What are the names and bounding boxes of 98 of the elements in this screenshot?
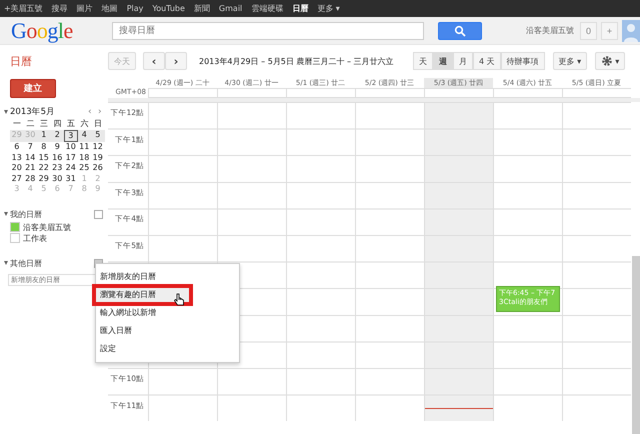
view-tab[interactable]: 天 [413, 52, 433, 70]
calendar-day[interactable]: 22 [37, 163, 50, 174]
all-day-slot[interactable] [148, 88, 217, 98]
nav-link[interactable]: Play [126, 4, 144, 13]
calendar-day[interactable]: 15 [37, 152, 50, 163]
section-title[interactable]: 我的日曆 [10, 208, 94, 220]
calendar-day[interactable]: 21 [24, 163, 37, 174]
more-button[interactable]: 更多 ▾ [552, 52, 588, 70]
dropdown-button[interactable] [94, 210, 103, 218]
menu-item[interactable]: 瀏覽有趣的日曆 [94, 286, 191, 304]
calendar-day[interactable]: 9 [50, 142, 64, 152]
calendar-day[interactable]: 18 [78, 152, 91, 163]
nav-link[interactable]: 地圖 [102, 3, 118, 14]
calendar-day[interactable]: 3 [64, 130, 78, 142]
view-tab[interactable]: 待辦事項 [500, 52, 545, 70]
calendar-day[interactable]: 31 [64, 174, 78, 184]
weekday-label: 日 [92, 119, 103, 130]
section-title[interactable]: 其他日曆 [10, 258, 94, 268]
nav-link[interactable]: 搜尋 [52, 3, 68, 14]
collapse-icon[interactable] [4, 212, 8, 216]
weekday-label: 六 [79, 119, 90, 130]
calendar-day[interactable]: 23 [50, 163, 64, 174]
calendar-day[interactable]: 2 [50, 130, 64, 142]
user-name[interactable]: 沿客美眉五號 [526, 25, 574, 36]
share-button[interactable]: + [601, 22, 618, 40]
nav-link[interactable]: 新聞 [194, 3, 210, 14]
weekday-label: 三 [38, 119, 49, 130]
calendar-day[interactable]: 27 [10, 174, 24, 184]
today-column[interactable] [424, 102, 493, 422]
calendar-day[interactable]: 14 [24, 152, 37, 163]
nav-link[interactable]: 更多 ▾ [317, 3, 340, 14]
calendar-color-checkbox[interactable] [10, 222, 20, 232]
nav-link[interactable]: Gmail [218, 4, 242, 13]
settings-button[interactable]: ▾ [595, 52, 626, 70]
calendar-day[interactable]: 28 [24, 174, 37, 184]
nav-link[interactable]: YouTube [152, 4, 185, 13]
scrollbar[interactable] [632, 256, 640, 434]
calendar-day[interactable]: 13 [10, 152, 24, 163]
date-range: 2013年4月29日 – 5月5日 農曆三月二十 – 三月廿六立 [199, 56, 395, 66]
menu-item[interactable]: 匯入日曆 [96, 322, 239, 340]
calendar-day[interactable]: 25 [78, 163, 91, 174]
avatar-icon[interactable] [622, 20, 640, 42]
calendar-name[interactable]: 沿客美眉五號 [23, 222, 71, 232]
menu-item[interactable]: 新增朋友的日曆 [96, 268, 239, 286]
calendar-day[interactable]: 11 [78, 142, 91, 152]
month-title: 2013年5月 [10, 106, 56, 118]
search-field[interactable]: 搜尋日曆 [112, 22, 424, 40]
calendar-day[interactable]: 26 [91, 163, 104, 174]
calendar-day[interactable]: 30 [50, 174, 64, 184]
view-tab[interactable]: 4 天 [473, 52, 501, 70]
all-day-slot[interactable] [286, 88, 355, 98]
all-day-slot[interactable] [355, 88, 424, 98]
weekday-label: 四 [52, 119, 62, 130]
collapse-icon[interactable] [4, 261, 8, 265]
calendar-name[interactable]: 工作表 [23, 232, 47, 244]
menu-item[interactable]: 設定 [96, 340, 239, 358]
calendar-day[interactable]: 10 [64, 142, 78, 152]
next-button[interactable]: › [165, 52, 187, 70]
app-title: 日曆 [10, 54, 33, 68]
all-day-slot[interactable] [493, 88, 562, 98]
nav-link[interactable]: 日曆 [292, 3, 308, 14]
all-day-slot[interactable] [562, 88, 631, 98]
calendar-day[interactable]: 17 [64, 152, 78, 163]
weekday-label: 一 [12, 119, 22, 130]
nav-link[interactable]: +美眉五號 [4, 3, 43, 14]
calendar-day[interactable]: 4 [78, 130, 91, 142]
calendar-day[interactable]: 20 [10, 163, 24, 174]
calendar-day[interactable]: 12 [91, 142, 104, 152]
nav-link[interactable]: 圖片 [76, 3, 93, 14]
calendar-day[interactable]: 7 [24, 142, 37, 152]
settings-icon [601, 55, 614, 67]
create-button[interactable]: 建立 [10, 79, 56, 98]
calendar-day[interactable]: 29 [37, 174, 50, 184]
all-day-slot[interactable] [217, 88, 286, 98]
next-month-button[interactable]: › [98, 107, 108, 117]
weekday-label: 五 [66, 119, 76, 130]
search-button[interactable] [438, 22, 482, 40]
logo[interactable]: Google [11, 18, 112, 44]
calendar-color-checkbox[interactable] [10, 233, 20, 243]
calendar-day[interactable]: 19 [91, 152, 104, 163]
weekday-label: 二 [25, 119, 36, 130]
calendar-day[interactable]: 24 [64, 163, 78, 174]
previous-month-button[interactable]: ‹ [88, 107, 98, 117]
view-tab[interactable]: 週 [433, 52, 453, 70]
calendar-day[interactable]: 8 [37, 142, 50, 152]
calendar-day[interactable]: 16 [50, 152, 64, 163]
nav-link[interactable]: 雲端硬碟 [251, 3, 284, 14]
current-time-line [425, 408, 493, 409]
previous-button[interactable]: ‹ [143, 52, 165, 70]
view-tab[interactable]: 月 [453, 52, 473, 70]
all-day-slot[interactable] [424, 88, 493, 98]
calendar-day[interactable]: 6 [10, 142, 24, 152]
hand-cursor-icon [173, 293, 185, 307]
collapse-icon[interactable] [4, 110, 8, 114]
search-icon [454, 24, 466, 36]
menu-item[interactable]: 輸入網址以新增 [96, 304, 239, 322]
calendar-day[interactable]: 1 [37, 130, 50, 142]
calendar-day[interactable]: 5 [91, 130, 104, 142]
